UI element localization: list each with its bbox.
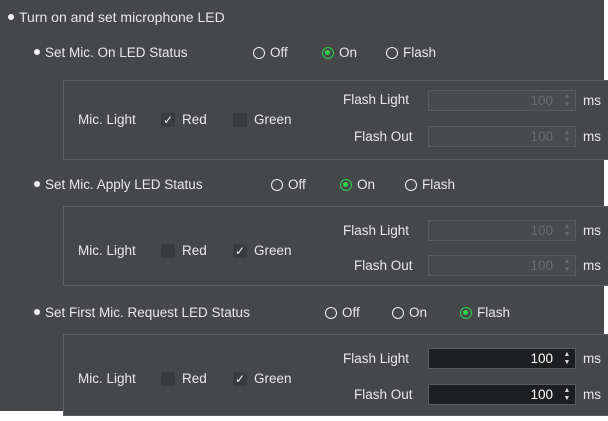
radio-flash[interactable]: Flash bbox=[460, 305, 510, 320]
microphone-led-panel: Turn on and set microphone LED Set Mic. … bbox=[0, 0, 608, 416]
radio-on[interactable]: On bbox=[340, 177, 375, 192]
checkbox-empty-icon bbox=[161, 243, 175, 258]
radio-group-mic-on: Off On Flash bbox=[0, 45, 604, 63]
unit-label: ms bbox=[583, 387, 601, 402]
flash-out-spinbox[interactable]: 100 ▲ ▼ bbox=[428, 255, 576, 276]
flash-light-spinbox[interactable]: 100 ▲ ▼ bbox=[428, 348, 576, 369]
flash-light-spinbox[interactable]: 100 ▲ ▼ bbox=[428, 220, 576, 241]
checkmark-icon: ✓ bbox=[161, 112, 175, 127]
spinner-arrows-icon[interactable]: ▲ ▼ bbox=[561, 127, 573, 146]
header-label: Turn on and set microphone LED bbox=[19, 9, 225, 25]
flash-out-label: Flash Out bbox=[354, 387, 413, 402]
checkbox-empty-icon bbox=[233, 112, 247, 127]
flash-out-spinbox[interactable]: 100 ▲ ▼ bbox=[428, 126, 576, 147]
mic-light-label: Mic. Light bbox=[78, 371, 136, 386]
radio-circle-icon bbox=[253, 46, 265, 59]
mic-light-label: Mic. Light bbox=[78, 243, 136, 258]
header-row[interactable]: Turn on and set microphone LED bbox=[8, 9, 225, 25]
unit-label: ms bbox=[583, 351, 601, 366]
radio-flash[interactable]: Flash bbox=[405, 177, 455, 192]
flash-out-spinbox[interactable]: 100 ▲ ▼ bbox=[428, 384, 576, 405]
unit-label: ms bbox=[583, 129, 601, 144]
mic-light-label: Mic. Light bbox=[78, 112, 136, 127]
spinner-arrows-icon[interactable]: ▲ ▼ bbox=[561, 385, 573, 404]
flash-light-label: Flash Light bbox=[343, 351, 410, 366]
radio-circle-icon bbox=[325, 306, 337, 319]
flash-out-label: Flash Out bbox=[354, 129, 413, 144]
flash-light-label: Flash Light bbox=[343, 92, 410, 107]
green-checkbox[interactable]: Green bbox=[233, 112, 292, 127]
spinner-arrows-icon[interactable]: ▲ ▼ bbox=[561, 221, 573, 240]
radio-selected-icon bbox=[460, 306, 472, 319]
radio-group-first-mic-request: Off On Flash bbox=[0, 305, 604, 323]
checkmark-icon: ✓ bbox=[233, 243, 247, 258]
spinner-arrows-icon[interactable]: ▲ ▼ bbox=[561, 91, 573, 110]
unit-label: ms bbox=[583, 93, 601, 108]
red-checkbox[interactable]: Red bbox=[161, 243, 207, 258]
radio-circle-icon bbox=[386, 46, 398, 59]
green-checkbox[interactable]: ✓ Green bbox=[233, 243, 292, 258]
flash-out-label: Flash Out bbox=[354, 258, 413, 273]
green-checkbox[interactable]: ✓ Green bbox=[233, 371, 292, 386]
radio-selected-icon bbox=[340, 178, 352, 191]
radio-on[interactable]: On bbox=[322, 45, 357, 60]
unit-label: ms bbox=[583, 258, 601, 273]
checkmark-icon: ✓ bbox=[233, 371, 247, 386]
radio-flash[interactable]: Flash bbox=[386, 45, 436, 60]
flash-light-spinbox[interactable]: 100 ▲ ▼ bbox=[428, 90, 576, 111]
radio-circle-icon bbox=[392, 306, 404, 319]
radio-on[interactable]: On bbox=[392, 305, 427, 320]
radio-selected-icon bbox=[322, 46, 334, 59]
red-checkbox[interactable]: Red bbox=[161, 371, 207, 386]
bullet-icon bbox=[8, 14, 14, 21]
flash-light-label: Flash Light bbox=[343, 223, 410, 238]
radio-off[interactable]: Off bbox=[325, 305, 360, 320]
unit-label: ms bbox=[583, 223, 601, 238]
radio-circle-icon bbox=[271, 178, 283, 191]
checkbox-empty-icon bbox=[161, 371, 175, 386]
radio-off[interactable]: Off bbox=[271, 177, 306, 192]
radio-group-mic-apply: Off On Flash bbox=[0, 177, 604, 195]
spinner-arrows-icon[interactable]: ▲ ▼ bbox=[561, 256, 573, 275]
radio-off[interactable]: Off bbox=[253, 45, 288, 60]
spinner-arrows-icon[interactable]: ▲ ▼ bbox=[561, 349, 573, 368]
radio-circle-icon bbox=[405, 178, 417, 191]
red-checkbox[interactable]: ✓ Red bbox=[161, 112, 207, 127]
